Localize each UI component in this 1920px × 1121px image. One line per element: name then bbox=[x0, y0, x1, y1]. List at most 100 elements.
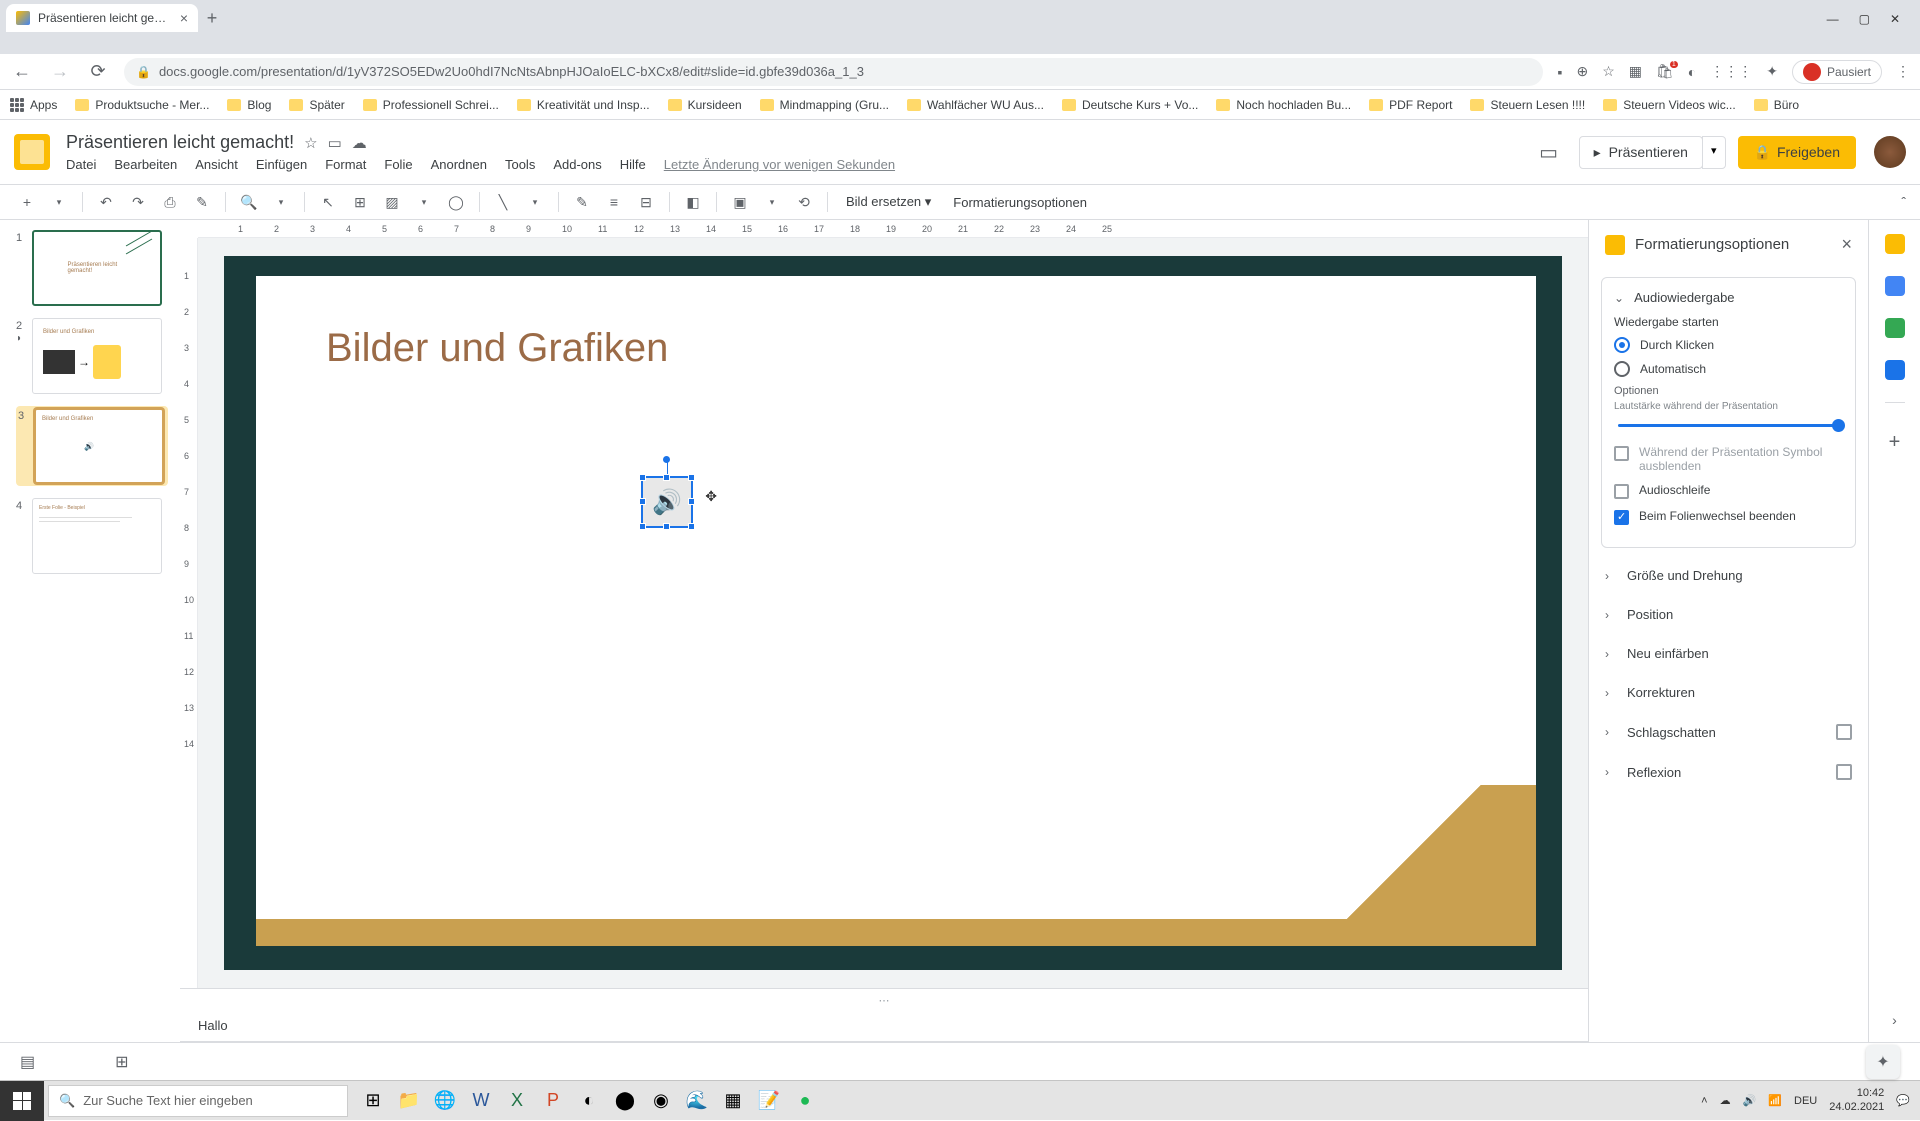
image-dropdown[interactable]: ▾ bbox=[411, 189, 437, 215]
cloud-saved-icon[interactable]: ☁ bbox=[352, 134, 367, 152]
profile-paused-chip[interactable]: Pausiert bbox=[1792, 60, 1882, 84]
star-outline-icon[interactable]: ☆ bbox=[304, 134, 317, 152]
bookmark-item[interactable]: Deutsche Kurs + Vo... bbox=[1062, 98, 1198, 112]
present-button[interactable]: ▸ Präsentieren bbox=[1579, 136, 1703, 169]
audio-section-header[interactable]: Audiowiedergabe bbox=[1634, 290, 1734, 305]
line-dropdown[interactable]: ▾ bbox=[522, 189, 548, 215]
powerpoint-icon[interactable]: P bbox=[536, 1084, 570, 1118]
slide-canvas[interactable]: Bilder und Grafiken 🔊 ✥ bbox=[224, 256, 1562, 970]
slide-title-text[interactable]: Bilder und Grafiken bbox=[326, 326, 668, 371]
reset-image-icon[interactable]: ⟲ bbox=[791, 189, 817, 215]
bookmark-item[interactable]: Kursideen bbox=[668, 98, 742, 112]
bookmark-item[interactable]: Mindmapping (Gru... bbox=[760, 98, 889, 112]
undo-icon[interactable]: ↶ bbox=[93, 189, 119, 215]
browser-tab-active[interactable]: Präsentieren leicht gemacht! - G × bbox=[6, 4, 198, 32]
slide-thumb-1[interactable]: Präsentieren leicht gemacht! bbox=[32, 230, 162, 306]
section-recolor[interactable]: ›Neu einfärben bbox=[1589, 634, 1868, 673]
notepad-icon[interactable]: 📝 bbox=[752, 1084, 786, 1118]
slide-thumb-3[interactable]: Bilder und Grafiken🔊 bbox=[34, 408, 164, 484]
chevron-down-icon[interactable]: ⌄ bbox=[1614, 291, 1624, 305]
radio-automatic[interactable]: Automatisch bbox=[1614, 361, 1843, 377]
section-adjustments[interactable]: ›Korrekturen bbox=[1589, 673, 1868, 712]
excel-icon[interactable]: X bbox=[500, 1084, 534, 1118]
calendar-icon[interactable] bbox=[1885, 234, 1905, 254]
bookmark-item[interactable]: PDF Report bbox=[1369, 98, 1452, 112]
language-indicator[interactable]: DEU bbox=[1794, 1095, 1817, 1107]
checkbox-hide-icon[interactable]: Während der Präsentation Symbol ausblend… bbox=[1614, 445, 1843, 473]
filmstrip-view-icon[interactable]: ▤ bbox=[20, 1052, 35, 1072]
volume-icon[interactable]: 🔊 bbox=[1743, 1094, 1757, 1107]
image-icon[interactable]: ▨ bbox=[379, 189, 405, 215]
star-icon[interactable]: ☆ bbox=[1602, 63, 1615, 80]
cloud-icon[interactable]: ☁ bbox=[1720, 1094, 1731, 1107]
shadow-toggle-checkbox[interactable] bbox=[1836, 724, 1852, 740]
app-icon[interactable]: ◐ bbox=[572, 1084, 606, 1118]
bookmark-item[interactable]: Blog bbox=[227, 98, 271, 112]
checkbox-loop[interactable]: Audioschleife bbox=[1614, 483, 1843, 499]
checkbox-stop-on-slide[interactable]: Beim Folienwechsel beenden bbox=[1614, 509, 1843, 525]
section-reflection[interactable]: ›Reflexion bbox=[1589, 752, 1868, 792]
mask-dropdown[interactable]: ▾ bbox=[759, 189, 785, 215]
word-icon[interactable]: W bbox=[464, 1084, 498, 1118]
cart-icon[interactable]: 🛍1 bbox=[1656, 63, 1674, 80]
bookmark-item[interactable]: Später bbox=[289, 98, 344, 112]
forward-icon[interactable]: → bbox=[48, 61, 72, 82]
select-tool-icon[interactable]: ↖ bbox=[315, 189, 341, 215]
slide-thumb-4[interactable]: Erste Folie - Beispiel bbox=[32, 498, 162, 574]
bookmark-item[interactable]: Wahlfächer WU Aus... bbox=[907, 98, 1044, 112]
bookmark-item[interactable]: Produktsuche - Mer... bbox=[75, 98, 209, 112]
border-color-icon[interactable]: ✎ bbox=[569, 189, 595, 215]
minimize-icon[interactable]: — bbox=[1827, 12, 1839, 26]
start-button[interactable] bbox=[0, 1081, 44, 1121]
edge-icon[interactable]: 🌐 bbox=[428, 1084, 462, 1118]
bookmark-item[interactable]: Professionell Schrei... bbox=[363, 98, 499, 112]
address-bar[interactable]: 🔒 docs.google.com/presentation/d/1yV372S… bbox=[124, 58, 1543, 86]
reflection-toggle-checkbox[interactable] bbox=[1836, 764, 1852, 780]
last-edit-text[interactable]: Letzte Änderung vor wenigen Sekunden bbox=[664, 157, 895, 172]
zoom-icon[interactable]: 🔍 bbox=[236, 189, 262, 215]
video-icon[interactable]: ▪ bbox=[1557, 64, 1562, 80]
apps-grid-icon[interactable]: ⋮⋮⋮ bbox=[1710, 63, 1752, 80]
move-folder-icon[interactable]: ▭ bbox=[328, 134, 342, 152]
spotify-icon[interactable]: ● bbox=[788, 1084, 822, 1118]
new-slide-dropdown[interactable]: ▾ bbox=[46, 189, 72, 215]
bookmark-item[interactable]: Steuern Videos wic... bbox=[1603, 98, 1736, 112]
menu-addons[interactable]: Add-ons bbox=[553, 157, 601, 172]
tray-expand-icon[interactable]: ˄ bbox=[1701, 1095, 1707, 1107]
bookmark-item[interactable]: Steuern Lesen !!!! bbox=[1470, 98, 1585, 112]
shape-icon[interactable]: ◯ bbox=[443, 189, 469, 215]
account-avatar[interactable] bbox=[1874, 136, 1906, 168]
bookmark-item[interactable]: Büro bbox=[1754, 98, 1799, 112]
zoom-icon[interactable]: ⊕ bbox=[1576, 63, 1588, 80]
tab-close-icon[interactable]: × bbox=[180, 10, 188, 26]
comments-icon[interactable]: ▭ bbox=[1531, 134, 1567, 170]
clock[interactable]: 10:42 24.02.2021 bbox=[1829, 1087, 1884, 1113]
menu-file[interactable]: Datei bbox=[66, 157, 96, 172]
menu-format[interactable]: Format bbox=[325, 157, 366, 172]
taskbar-search[interactable]: 🔍 Zur Suche Text hier eingeben bbox=[48, 1085, 348, 1117]
menu-insert[interactable]: Einfügen bbox=[256, 157, 307, 172]
explorer-icon[interactable]: 📁 bbox=[392, 1084, 426, 1118]
chrome-icon[interactable]: ◉ bbox=[644, 1084, 678, 1118]
bookmark-apps[interactable]: Apps bbox=[10, 98, 57, 112]
back-icon[interactable]: ← bbox=[10, 61, 34, 82]
redo-icon[interactable]: ↷ bbox=[125, 189, 151, 215]
slides-logo[interactable] bbox=[14, 134, 50, 170]
tasks-icon[interactable] bbox=[1885, 318, 1905, 338]
new-slide-button[interactable]: + bbox=[14, 189, 40, 215]
mask-icon[interactable]: ▣ bbox=[727, 189, 753, 215]
format-options-button[interactable]: Formatierungsoptionen bbox=[945, 195, 1095, 210]
menu-tools[interactable]: Tools bbox=[505, 157, 535, 172]
replace-image-button[interactable]: Bild ersetzen ▾ bbox=[838, 194, 939, 210]
reload-icon[interactable]: ⟳ bbox=[86, 61, 110, 82]
section-position[interactable]: ›Position bbox=[1589, 595, 1868, 634]
extensions-icon[interactable]: ✦ bbox=[1766, 63, 1778, 80]
new-tab-button[interactable]: + bbox=[198, 4, 226, 32]
wifi-icon[interactable]: 📶 bbox=[1768, 1094, 1782, 1107]
explore-button[interactable]: ✦ bbox=[1866, 1045, 1900, 1079]
grid-view-icon[interactable]: ⊞ bbox=[115, 1052, 128, 1072]
add-addon-icon[interactable]: + bbox=[1889, 431, 1901, 454]
section-drop-shadow[interactable]: ›Schlagschatten bbox=[1589, 712, 1868, 752]
task-view-icon[interactable]: ⊞ bbox=[356, 1084, 390, 1118]
collapse-toolbar-icon[interactable]: ˆ bbox=[1901, 194, 1906, 210]
